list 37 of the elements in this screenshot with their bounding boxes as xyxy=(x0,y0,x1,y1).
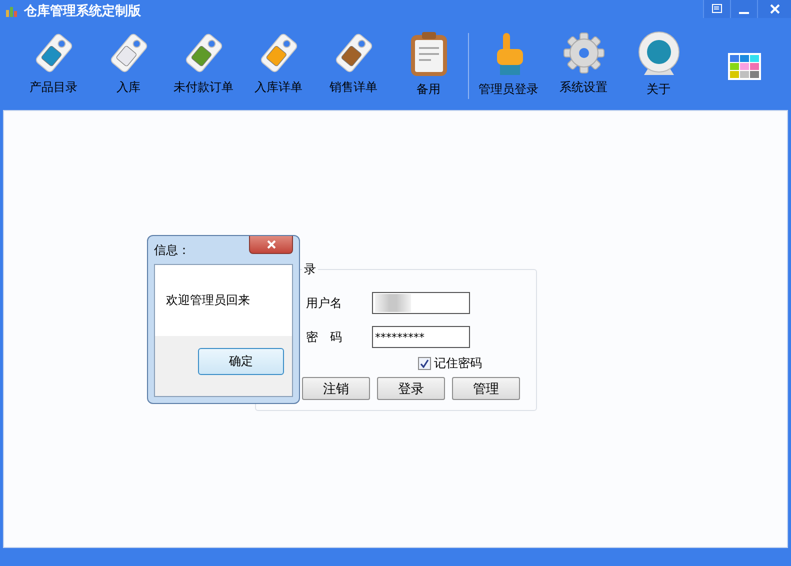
field-label: 密 码 xyxy=(306,328,343,346)
clipboard-icon xyxy=(408,31,448,77)
toolbar-button[interactable]: 系统设置 xyxy=(546,27,621,105)
ok-button[interactable]: 确定 xyxy=(198,348,284,375)
form-button[interactable]: 注销 xyxy=(302,377,370,400)
field-label: 用户名 xyxy=(306,294,343,312)
password-field[interactable]: ********* xyxy=(372,326,470,348)
gear-icon xyxy=(562,31,606,75)
form-button[interactable]: 管理 xyxy=(452,377,520,400)
toolbar-button[interactable]: 销售详单 xyxy=(316,27,391,105)
toolbar-button[interactable]: 入库详单 xyxy=(241,27,316,105)
toolbar-button[interactable]: 未付款订单 xyxy=(166,27,241,105)
dialog-title: 信息： xyxy=(154,242,190,258)
group-title: 录 xyxy=(303,261,317,278)
toolbar-button[interactable]: 备用 xyxy=(391,27,466,105)
toolbar-button[interactable]: 关于 xyxy=(621,27,696,105)
bar-chart-icon xyxy=(6,6,18,16)
checkbox[interactable] xyxy=(418,356,431,370)
toolbar-button[interactable]: 管理员登录 xyxy=(471,27,546,105)
form-button[interactable]: 登录 xyxy=(377,377,445,400)
minimize-button[interactable] xyxy=(730,0,757,18)
close-icon xyxy=(266,240,276,249)
theme-color-grid-icon[interactable] xyxy=(728,52,761,80)
window-list-icon xyxy=(712,4,722,14)
close-button[interactable] xyxy=(757,0,791,18)
dialog-message: 欢迎管理员回来 xyxy=(166,292,250,309)
checkbox-label: 记住密码 xyxy=(434,354,482,372)
toolbar-button[interactable]: 入库 xyxy=(91,27,166,105)
webcam-icon xyxy=(636,31,682,77)
close-icon xyxy=(770,4,780,14)
window-mode-button[interactable] xyxy=(703,0,730,18)
window-title: 仓库管理系统定制版 xyxy=(24,2,141,20)
username-field[interactable] xyxy=(372,292,470,314)
toolbar-button[interactable]: 产品目录 xyxy=(16,27,91,105)
blurred-value xyxy=(375,294,411,312)
minimize-icon xyxy=(739,12,749,14)
close-button[interactable] xyxy=(249,236,293,254)
